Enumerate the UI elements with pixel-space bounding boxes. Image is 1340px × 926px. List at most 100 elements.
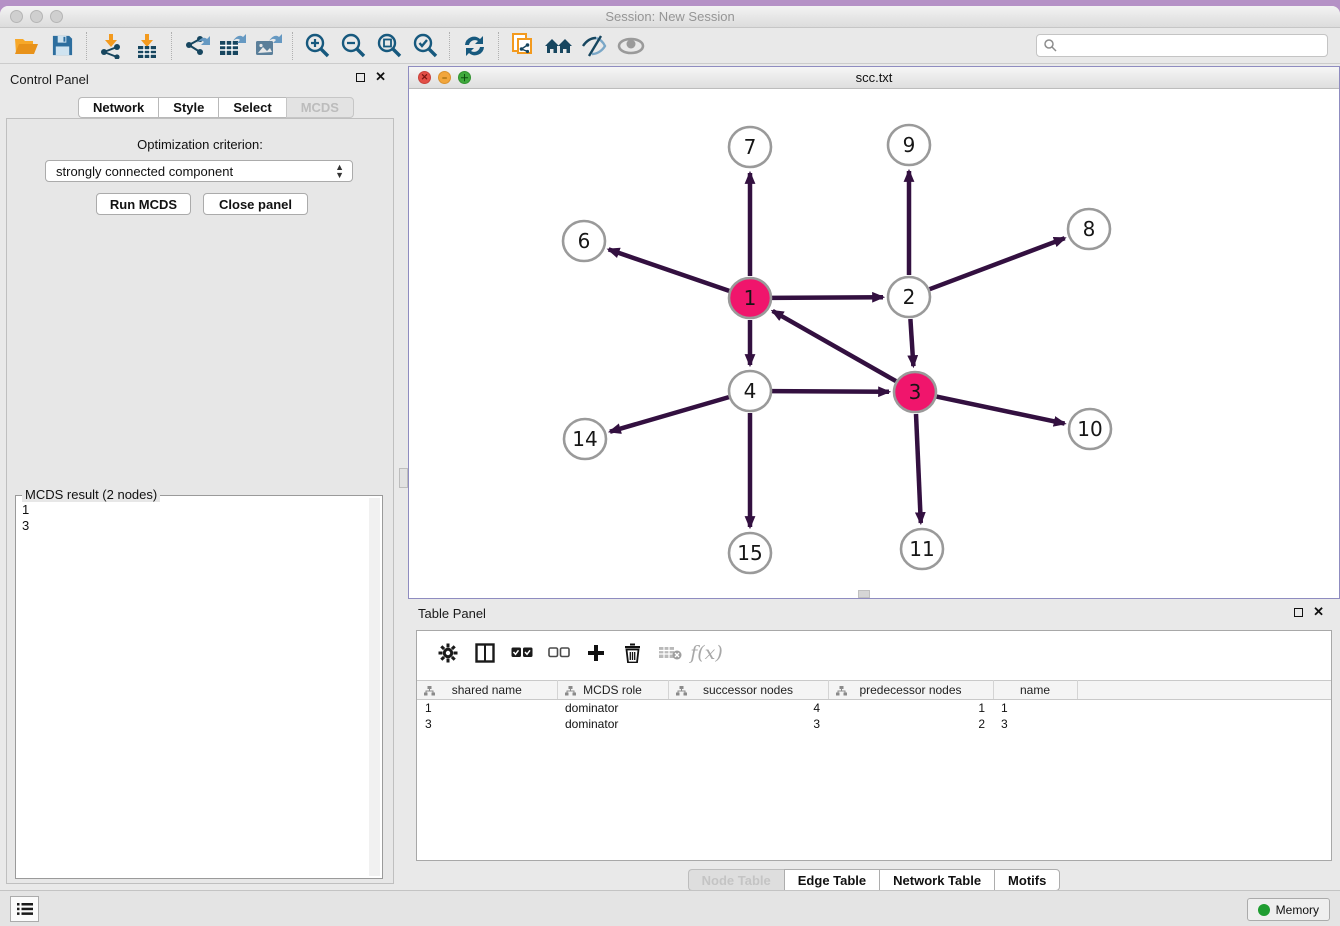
- toolbar-separator: [449, 32, 450, 60]
- graph-edge-1-2[interactable]: [772, 297, 883, 298]
- run-mcds-button[interactable]: Run MCDS: [96, 193, 191, 215]
- node-table-body: 1dominator4113dominator323: [417, 700, 1331, 732]
- table-cell[interactable]: 1: [417, 700, 557, 716]
- select-all-columns-icon[interactable]: [503, 637, 540, 669]
- control-panel: Control Panel ✕ Network Style Select MCD…: [0, 66, 400, 894]
- open-file-icon[interactable]: [8, 31, 44, 61]
- float-panel-icon[interactable]: [356, 73, 365, 82]
- delete-column-icon[interactable]: [614, 637, 651, 669]
- tab-network-table[interactable]: Network Table: [879, 869, 994, 891]
- status-bar: Memory: [0, 890, 1340, 926]
- mcds-panel: Optimization criterion: strongly connect…: [6, 118, 394, 884]
- graph-node-label-9: 9: [903, 133, 916, 157]
- column-header-name[interactable]: name: [993, 681, 1077, 700]
- tab-network[interactable]: Network: [78, 97, 158, 118]
- network-view-window: ✕ − ＋ scc.txt 7968124314101511: [408, 66, 1340, 599]
- tab-style[interactable]: Style: [158, 97, 218, 118]
- graph-edge-3-11[interactable]: [916, 414, 921, 523]
- table-cell[interactable]: dominator: [557, 716, 668, 732]
- table-cell[interactable]: 3: [417, 716, 557, 732]
- export-table-icon[interactable]: [214, 31, 250, 61]
- graph-edge-2-3[interactable]: [910, 319, 913, 366]
- splitter-handle[interactable]: [399, 468, 408, 488]
- toolbar-separator: [171, 32, 172, 60]
- refresh-view-icon[interactable]: [456, 31, 492, 61]
- memory-button[interactable]: Memory: [1247, 898, 1330, 921]
- float-table-panel-icon[interactable]: [1294, 608, 1303, 617]
- show-details-eye-icon[interactable]: [613, 31, 649, 61]
- network-window-titlebar[interactable]: ✕ − ＋ scc.txt: [409, 67, 1339, 89]
- zoom-in-icon[interactable]: [299, 31, 335, 61]
- search-input[interactable]: [1058, 37, 1327, 55]
- export-network-icon[interactable]: [178, 31, 214, 61]
- export-image-icon[interactable]: [250, 31, 286, 61]
- save-session-icon[interactable]: [44, 31, 80, 61]
- column-header-mcds-role[interactable]: MCDS role: [557, 681, 668, 700]
- canvas-scroll-handle[interactable]: [858, 590, 870, 598]
- tab-edge-table[interactable]: Edge Table: [784, 869, 879, 891]
- result-scrollbar[interactable]: [369, 498, 380, 876]
- zoom-out-icon[interactable]: [335, 31, 371, 61]
- deselect-all-columns-icon[interactable]: [540, 637, 577, 669]
- titlebar: Session: New Session: [0, 6, 1340, 28]
- table-cell[interactable]: 2: [828, 716, 993, 732]
- table-cell[interactable]: 4: [668, 700, 828, 716]
- table-cell[interactable]: 3: [668, 716, 828, 732]
- table-cell[interactable]: dominator: [557, 700, 668, 716]
- function-builder-icon[interactable]: f(x): [688, 637, 725, 669]
- table-cell[interactable]: 3: [993, 716, 1077, 732]
- search-field[interactable]: [1036, 34, 1328, 57]
- import-table-icon[interactable]: [129, 31, 165, 61]
- toolbar-separator: [498, 32, 499, 60]
- close-panel-icon[interactable]: ✕: [375, 72, 386, 82]
- memory-label: Memory: [1276, 903, 1319, 917]
- column-header-predecessor-nodes[interactable]: predecessor nodes: [828, 681, 993, 700]
- home-layout-icon[interactable]: [541, 31, 577, 61]
- settings-gear-icon[interactable]: [429, 637, 466, 669]
- close-panel-button[interactable]: Close panel: [203, 193, 308, 215]
- graph-edge-4-3[interactable]: [772, 391, 889, 392]
- delete-table-icon[interactable]: [651, 637, 688, 669]
- mcds-result-group: MCDS result (2 nodes) 1 3: [15, 495, 383, 879]
- graph-node-label-7: 7: [744, 135, 757, 159]
- table-cell-filler: [1077, 700, 1331, 716]
- table-panel: Table Panel ✕: [408, 601, 1340, 894]
- tab-select[interactable]: Select: [218, 97, 285, 118]
- graph-edge-4-14[interactable]: [610, 397, 729, 432]
- table-cell[interactable]: 1: [993, 700, 1077, 716]
- table-cell[interactable]: 1: [828, 700, 993, 716]
- network-graph[interactable]: 7968124314101511: [409, 89, 1339, 598]
- zoom-fit-icon[interactable]: [371, 31, 407, 61]
- optimization-criterion-label: Optimization criterion:: [7, 137, 393, 152]
- graph-edge-3-1[interactable]: [773, 311, 896, 381]
- optimization-criterion-select[interactable]: strongly connected component ▲▼: [45, 160, 353, 182]
- import-network-icon[interactable]: [93, 31, 129, 61]
- table-header-row: shared name MCDS role successor nodes pr…: [417, 681, 1331, 700]
- graph-edge-3-10[interactable]: [937, 397, 1065, 424]
- hide-details-eye-icon[interactable]: [577, 31, 613, 61]
- column-header-successor-nodes[interactable]: successor nodes: [668, 681, 828, 700]
- main-toolbar: [0, 28, 1340, 64]
- node-table-container: f(x) shared name MCDS role successor nod…: [416, 630, 1332, 861]
- application-window: Session: New Session: [0, 0, 1340, 926]
- network-canvas[interactable]: 7968124314101511: [409, 89, 1339, 598]
- graph-node-label-4: 4: [744, 379, 757, 403]
- table-panel-title: Table Panel: [418, 606, 486, 621]
- tab-mcds[interactable]: MCDS: [286, 97, 354, 118]
- graph-edge-1-6[interactable]: [609, 249, 730, 291]
- graph-edge-2-8[interactable]: [930, 238, 1065, 289]
- toggle-panel-icon[interactable]: [466, 637, 503, 669]
- column-header-shared-name[interactable]: shared name: [417, 681, 557, 700]
- table-row[interactable]: 3dominator323: [417, 716, 1331, 732]
- close-table-panel-icon[interactable]: ✕: [1313, 607, 1324, 617]
- table-row[interactable]: 1dominator411: [417, 700, 1331, 716]
- add-column-icon[interactable]: [577, 637, 614, 669]
- mcds-result-text[interactable]: 1 3: [16, 498, 368, 878]
- clone-network-icon[interactable]: [505, 31, 541, 61]
- zoom-selected-icon[interactable]: [407, 31, 443, 61]
- tab-node-table[interactable]: Node Table: [688, 869, 784, 891]
- list-icon: [17, 902, 33, 916]
- table-panel-tabs: Node Table Edge Table Network Table Moti…: [408, 869, 1340, 891]
- task-history-button[interactable]: [10, 896, 39, 922]
- tab-motifs[interactable]: Motifs: [994, 869, 1060, 891]
